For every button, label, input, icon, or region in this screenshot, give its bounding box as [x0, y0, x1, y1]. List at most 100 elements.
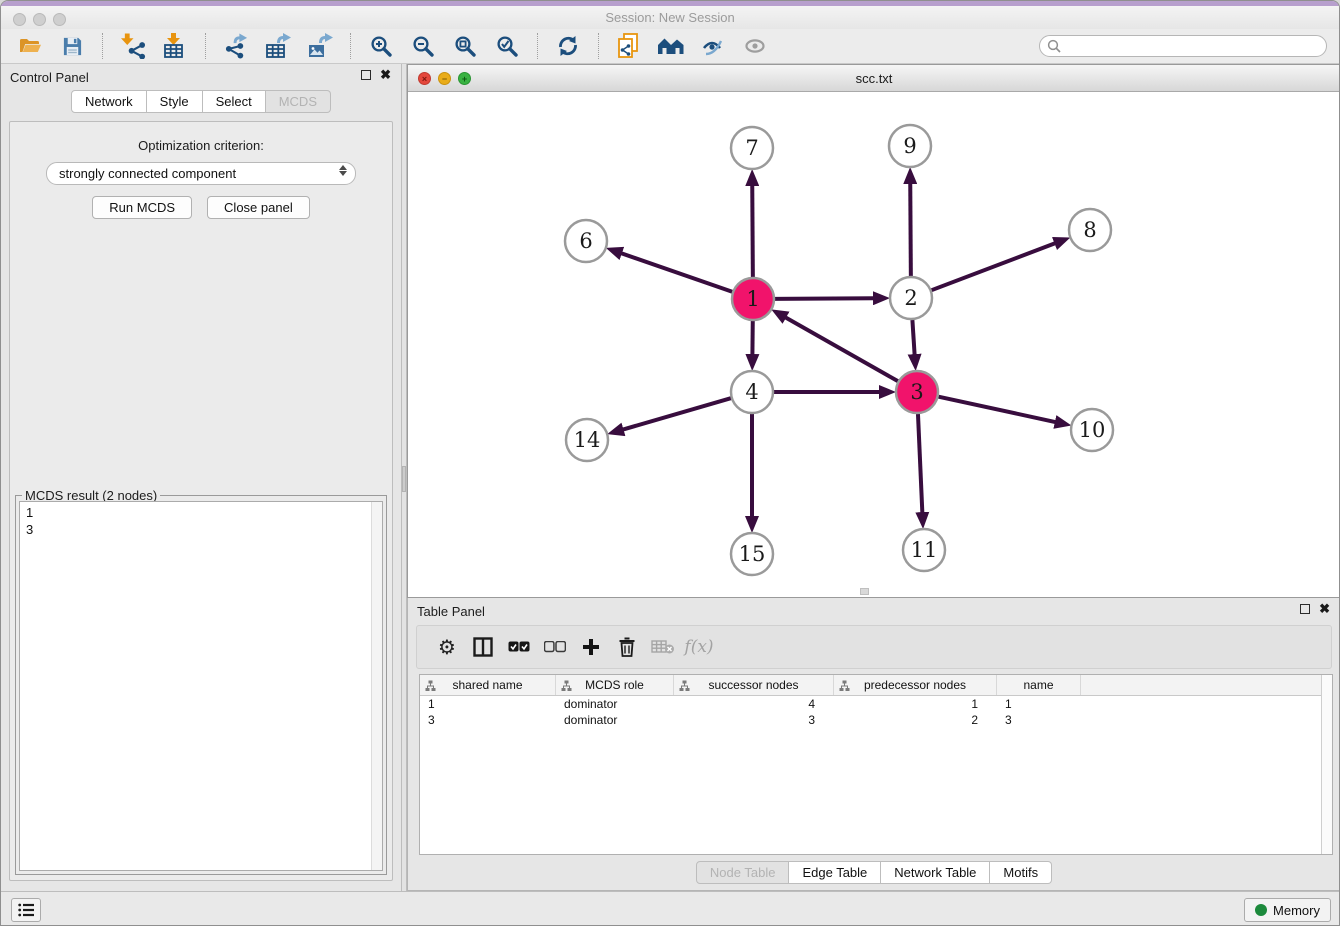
table-cell[interactable]: dominator [556, 712, 674, 728]
tab-node-table[interactable]: Node Table [696, 861, 790, 884]
graph-edge-2-9[interactable] [910, 183, 911, 276]
zoom-in-icon [370, 35, 393, 58]
float-panel-icon[interactable] [1300, 604, 1310, 614]
tab-motifs[interactable]: Motifs [990, 861, 1052, 884]
new-network-button[interactable] [613, 31, 645, 61]
table-cell[interactable]: 3 [997, 712, 1081, 728]
function-builder-button[interactable]: f(x) [681, 630, 717, 664]
zoom-out-button[interactable] [407, 31, 439, 61]
graph-node-label: 11 [911, 538, 938, 562]
gear-icon: ⚙ [438, 635, 456, 659]
export-image-button[interactable] [304, 31, 336, 61]
column-header-shared-name[interactable]: shared name [420, 675, 556, 695]
graph-node-label: 6 [579, 229, 592, 253]
splitter-handle[interactable] [402, 466, 406, 492]
import-table-button[interactable] [159, 31, 191, 61]
graph-edge-1-2[interactable] [775, 298, 874, 299]
network-window-titlebar[interactable]: × − + scc.txt [408, 65, 1340, 92]
close-panel-button[interactable]: Close panel [207, 196, 310, 219]
column-header-predecessor-nodes[interactable]: predecessor nodes [834, 675, 997, 695]
graph-node-label: 9 [903, 134, 916, 158]
table-cell[interactable]: 1 [997, 696, 1081, 712]
float-panel-icon[interactable] [361, 70, 371, 80]
tab-network-table[interactable]: Network Table [881, 861, 990, 884]
table-cell[interactable]: 1 [834, 696, 997, 712]
table-cell[interactable]: 2 [834, 712, 997, 728]
table-header-row: shared nameMCDS rolesuccessor nodesprede… [420, 675, 1332, 696]
graph-edge-1-6[interactable] [621, 253, 732, 292]
show-graphics-details-button[interactable] [739, 31, 771, 61]
search-box [1039, 35, 1327, 57]
network-resize-handle[interactable] [860, 588, 869, 595]
toolbar-separator [350, 33, 351, 59]
table-settings-button[interactable]: ⚙ [429, 630, 465, 664]
select-all-columns-button[interactable] [501, 630, 537, 664]
toolbar-separator [537, 33, 538, 59]
refresh-view-button[interactable] [552, 31, 584, 61]
deselect-all-columns-button[interactable] [537, 630, 573, 664]
table-cell[interactable]: dominator [556, 696, 674, 712]
export-table-button[interactable] [262, 31, 294, 61]
close-panel-icon[interactable]: ✖ [1319, 603, 1330, 615]
table-scrollbar[interactable] [1321, 675, 1332, 854]
search-input[interactable] [1039, 35, 1327, 57]
result-line: 1 [26, 504, 376, 521]
zoom-selected-button[interactable] [491, 31, 523, 61]
delete-table-button[interactable] [645, 630, 681, 664]
graph-edge-3-10[interactable] [938, 397, 1055, 422]
table-cell[interactable]: 3 [420, 712, 556, 728]
result-line: 3 [26, 521, 376, 538]
tab-network[interactable]: Network [71, 90, 147, 113]
zoom-in-button[interactable] [365, 31, 397, 61]
export-network-button[interactable] [220, 31, 252, 61]
open-folder-icon [18, 34, 42, 58]
import-network-button[interactable] [117, 31, 149, 61]
export-table-icon [265, 33, 291, 59]
zoom-selected-icon [496, 35, 519, 58]
export-image-icon [307, 33, 333, 59]
close-panel-icon[interactable]: ✖ [380, 69, 391, 81]
tab-mcds[interactable]: MCDS [266, 90, 331, 113]
open-session-button[interactable] [14, 31, 46, 61]
graph-edge-3-1[interactable] [785, 317, 898, 381]
column-layout-button[interactable] [465, 630, 501, 664]
zoom-fit-button[interactable] [449, 31, 481, 61]
graph-edge-2-3[interactable] [912, 320, 914, 355]
mcds-result-box[interactable]: 13 [19, 501, 383, 871]
run-mcds-button[interactable]: Run MCDS [92, 196, 192, 219]
add-column-button[interactable] [573, 630, 609, 664]
graph-edge-4-14[interactable] [623, 398, 731, 430]
import-network-icon [121, 33, 146, 59]
result-scrollbar[interactable] [371, 502, 382, 870]
hide-graphics-details-button[interactable] [697, 31, 729, 61]
column-header-MCDS-role[interactable]: MCDS role [556, 675, 674, 695]
memory-label: Memory [1273, 903, 1320, 918]
tab-select[interactable]: Select [203, 90, 266, 113]
table-cell[interactable]: 1 [420, 696, 556, 712]
graph-edge-2-8[interactable] [932, 243, 1056, 290]
network-canvas[interactable]: 7968124314101511 [408, 92, 1340, 597]
network-graph[interactable]: 7968124314101511 [408, 92, 1340, 597]
column-header-successor-nodes[interactable]: successor nodes [674, 675, 834, 695]
status-bar: Memory [1, 891, 1339, 926]
delete-column-button[interactable] [609, 630, 645, 664]
column-type-icon [839, 680, 850, 691]
eye-slash-icon [701, 35, 725, 57]
optimization-criterion-select[interactable]: strongly connected component [46, 162, 356, 185]
table-row[interactable]: 1dominator411 [420, 696, 1332, 712]
column-header-name[interactable]: name [997, 675, 1081, 695]
memory-button[interactable]: Memory [1244, 898, 1331, 922]
table-row[interactable]: 3dominator323 [420, 712, 1332, 728]
first-neighbors-button[interactable] [655, 31, 687, 61]
table-cell[interactable]: 3 [674, 712, 834, 728]
memory-status-icon [1255, 904, 1267, 916]
new-network-file-icon [617, 33, 641, 59]
graph-edge-1-7[interactable] [752, 185, 753, 277]
trash-icon [618, 637, 636, 657]
table-cell[interactable]: 4 [674, 696, 834, 712]
graph-edge-3-11[interactable] [918, 414, 922, 513]
save-session-button[interactable] [56, 31, 88, 61]
tab-edge-table[interactable]: Edge Table [789, 861, 881, 884]
tab-style[interactable]: Style [147, 90, 203, 113]
task-history-button[interactable] [11, 898, 41, 922]
